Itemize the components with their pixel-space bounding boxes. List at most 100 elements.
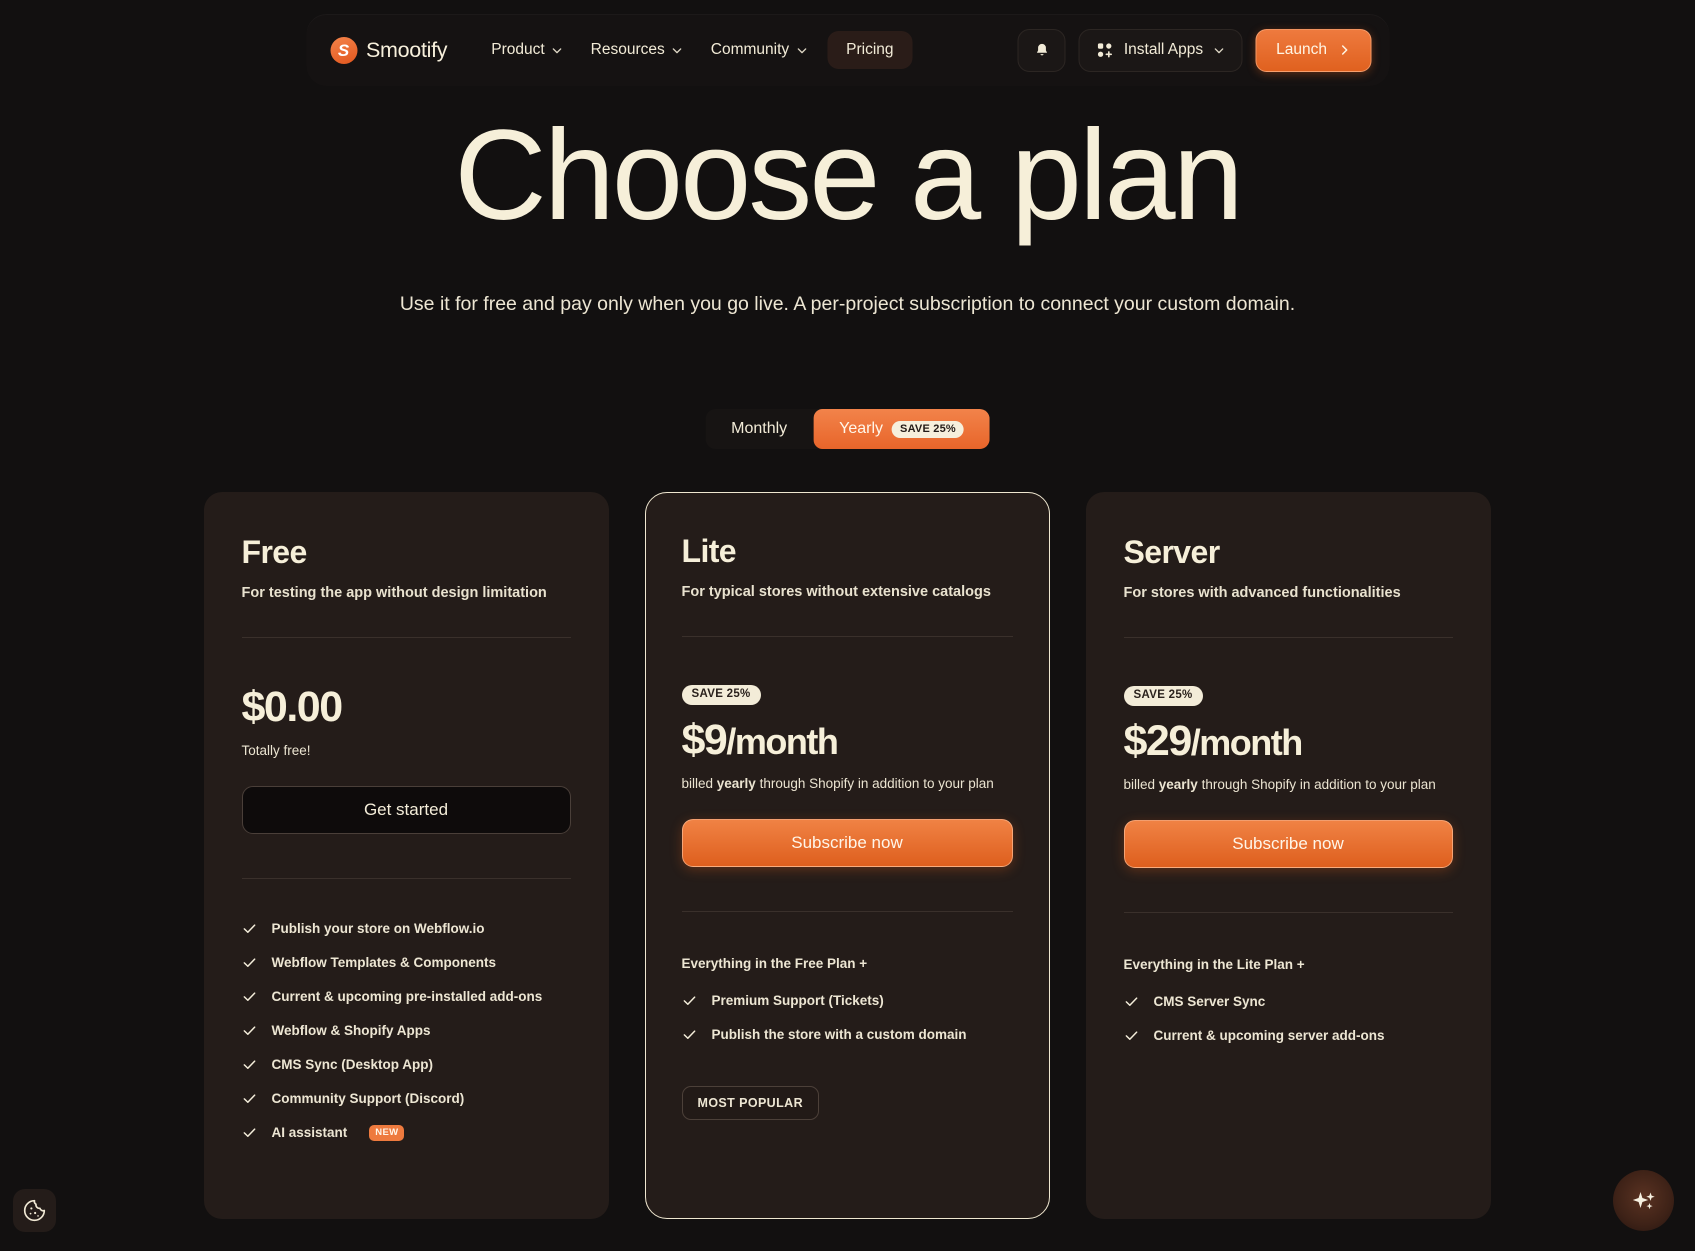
feature-list: Premium Support (Tickets) Publish the st… bbox=[682, 993, 1013, 1042]
check-icon bbox=[243, 924, 255, 934]
plan-price-value: $9 bbox=[681, 715, 728, 764]
brand-logo[interactable]: S Smootify bbox=[324, 36, 448, 64]
cookie-settings-button[interactable] bbox=[13, 1189, 56, 1232]
feature-list: CMS Server Sync Current & upcoming serve… bbox=[1124, 994, 1453, 1043]
check-icon bbox=[1125, 997, 1137, 1006]
launch-button[interactable]: Launch bbox=[1255, 28, 1371, 72]
top-navigation-bar: S Smootify Product Resources Community P… bbox=[306, 14, 1389, 86]
feature-label: Publish the store with a custom domain bbox=[711, 1026, 967, 1042]
toggle-yearly-label: Yearly bbox=[839, 420, 884, 437]
plan-tagline: For stores with advanced functionalities bbox=[1123, 585, 1401, 601]
feature-item: Current & upcoming pre-installed add-ons bbox=[242, 989, 571, 1004]
nav-item-resources[interactable]: Resources bbox=[577, 32, 697, 68]
feature-label: Current & upcoming server add-ons bbox=[1153, 1027, 1385, 1043]
save-badge: SAVE 25% bbox=[1123, 686, 1203, 706]
brand-name: Smootify bbox=[366, 37, 448, 62]
chevron-down-icon bbox=[1214, 47, 1223, 53]
check-icon bbox=[243, 1060, 255, 1070]
feature-badge-new: NEW bbox=[369, 1125, 405, 1141]
price-block: SAVE 25% $29/month billed yearly through… bbox=[1123, 685, 1453, 792]
price-note-prefix: billed bbox=[681, 775, 717, 791]
toggle-monthly-label: Monthly bbox=[731, 420, 788, 437]
feature-label: CMS Sync (Desktop App) bbox=[271, 1057, 434, 1073]
plan-tagline: For typical stores without extensive cat… bbox=[681, 584, 991, 600]
feature-item: Webflow Templates & Components bbox=[242, 955, 571, 970]
smootify-logo-icon: S bbox=[330, 36, 357, 64]
price-note-bold: yearly bbox=[716, 775, 756, 791]
nav-item-resources-label: Resources bbox=[590, 41, 665, 58]
feature-item: CMS Server Sync bbox=[1124, 994, 1453, 1009]
feature-label: CMS Server Sync bbox=[1153, 993, 1266, 1009]
pricing-card-free: Free For testing the app without design … bbox=[203, 492, 609, 1219]
get-started-button[interactable]: Get started bbox=[241, 786, 571, 835]
check-icon bbox=[243, 1026, 255, 1036]
feature-label: Webflow Templates & Components bbox=[271, 955, 497, 971]
price-block: $0.00 Totally free! bbox=[241, 683, 571, 759]
ai-assistant-button[interactable] bbox=[1613, 1170, 1674, 1231]
chevron-down-icon bbox=[552, 47, 562, 53]
cookie-icon bbox=[23, 1199, 46, 1222]
nav-item-community[interactable]: Community bbox=[697, 32, 821, 68]
check-icon bbox=[243, 958, 255, 968]
page-subtitle: Use it for free and pay only when you go… bbox=[399, 293, 1296, 315]
plan-price-note: billed yearly through Shopify in additio… bbox=[682, 776, 1013, 791]
price-note-suffix: through Shopify in addition to your plan bbox=[1197, 776, 1436, 792]
plan-name: Lite bbox=[681, 533, 737, 569]
plan-price: $9/month bbox=[681, 715, 1013, 764]
nav-item-pricing[interactable]: Pricing bbox=[827, 31, 913, 69]
feature-label: Webflow & Shopify Apps bbox=[271, 1023, 431, 1039]
feature-item: AI assistant NEW bbox=[242, 1125, 571, 1141]
plan-price: $0.00 bbox=[241, 683, 571, 731]
feature-item: Community Support (Discord) bbox=[242, 1091, 571, 1106]
check-icon bbox=[1125, 1031, 1137, 1040]
plan-price-unit: /month bbox=[1190, 721, 1303, 763]
plan-price-note: Totally free! bbox=[241, 743, 311, 759]
pricing-card-server: Server For stores with advanced function… bbox=[1085, 492, 1491, 1219]
apps-grid-icon bbox=[1098, 42, 1113, 57]
price-note-prefix: billed bbox=[1123, 776, 1159, 792]
pricing-card-lite: Lite For typical stores without extensiv… bbox=[644, 492, 1050, 1219]
plan-name: Server bbox=[1123, 534, 1221, 570]
chevron-right-icon bbox=[1341, 45, 1347, 55]
plan-price-unit: /month bbox=[726, 720, 838, 762]
check-icon bbox=[683, 996, 695, 1005]
sparkles-icon bbox=[1632, 1191, 1655, 1209]
save-badge: SAVE 25% bbox=[681, 685, 761, 705]
divider bbox=[1123, 911, 1453, 913]
feature-label: Premium Support (Tickets) bbox=[711, 992, 884, 1008]
hero-section: Choose a plan Use it for free and pay on… bbox=[0, 112, 1695, 316]
nav-item-community-label: Community bbox=[710, 41, 790, 58]
toggle-monthly[interactable]: Monthly bbox=[705, 409, 813, 449]
chevron-down-icon bbox=[797, 47, 807, 53]
divider bbox=[681, 910, 1013, 912]
price-block: SAVE 25% $9/month billed yearly through … bbox=[681, 684, 1013, 791]
feature-item: Premium Support (Tickets) bbox=[682, 993, 1013, 1008]
plan-name: Free bbox=[241, 534, 308, 570]
feature-item: Publish the store with a custom domain bbox=[682, 1027, 1013, 1042]
price-note-suffix: through Shopify in addition to your plan bbox=[755, 775, 994, 791]
launch-label: Launch bbox=[1276, 41, 1327, 58]
notifications-button[interactable] bbox=[1017, 28, 1066, 72]
nav-item-product[interactable]: Product bbox=[477, 32, 576, 68]
divider bbox=[1123, 637, 1453, 638]
subscribe-now-button[interactable]: Subscribe now bbox=[1123, 819, 1453, 868]
install-apps-button[interactable]: Install Apps bbox=[1078, 28, 1243, 72]
plan-price: $29/month bbox=[1124, 718, 1453, 764]
divider bbox=[681, 636, 1013, 637]
feature-label: Publish your store on Webflow.io bbox=[271, 921, 485, 937]
check-icon bbox=[243, 1094, 255, 1104]
install-apps-label: Install Apps bbox=[1123, 41, 1204, 58]
nav-item-product-label: Product bbox=[491, 41, 545, 58]
plan-price-note: billed yearly through Shopify in additio… bbox=[1124, 777, 1453, 792]
plan-price-value: $0.00 bbox=[241, 683, 344, 731]
check-icon bbox=[683, 1030, 695, 1039]
billing-period-toggle: Monthly Yearly SAVE 25% bbox=[705, 409, 990, 449]
subscribe-now-button[interactable]: Subscribe now bbox=[681, 818, 1013, 867]
toggle-yearly[interactable]: Yearly SAVE 25% bbox=[813, 409, 990, 449]
feature-label: Current & upcoming pre-installed add-ons bbox=[271, 989, 543, 1005]
check-icon bbox=[243, 1128, 255, 1138]
check-icon bbox=[243, 992, 255, 1002]
plan-tagline: For testing the app without design limit… bbox=[241, 585, 547, 601]
price-note-bold: yearly bbox=[1158, 776, 1198, 792]
feature-item: Current & upcoming server add-ons bbox=[1124, 1028, 1453, 1043]
